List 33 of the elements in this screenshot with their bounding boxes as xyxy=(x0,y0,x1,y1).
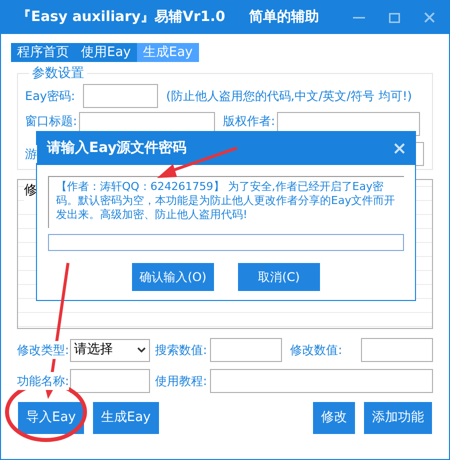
column-header: 修 xyxy=(24,181,37,200)
dialog-title: 请输入Eay源文件密码 xyxy=(47,138,187,158)
field-label: 修改类型: xyxy=(17,341,70,359)
message-text: 【作者：涛轩QQ：624261759】 为了安全,作者已经开启了Eay密码。默认密码为空，本功能是为防止他人更改作者分享的Eay文件而开发出来。高级加密、防止他人盗用代码! xyxy=(56,180,396,222)
hint-text: (防止他人盗用您的代码,中文/英文/符号 均可!) xyxy=(166,88,412,104)
field-label: 使用教程: xyxy=(155,372,208,390)
field-label: 游 xyxy=(25,144,37,162)
field-label: 窗口标题: xyxy=(25,112,78,130)
window-title: 『Easy auxiliary』易辅Vr1.0 xyxy=(17,8,226,27)
input-field[interactable] xyxy=(210,369,433,393)
window-subtitle: 简单的辅助 xyxy=(249,8,320,27)
field-label: 功能名称: xyxy=(17,372,70,390)
tab[interactable]: 生成Eay xyxy=(136,43,199,62)
modify-value-field[interactable] xyxy=(361,338,433,362)
password-field[interactable] xyxy=(83,84,158,108)
search-value-field[interactable] xyxy=(210,338,282,362)
type-dropdown[interactable]: 请选择 xyxy=(70,338,150,362)
field-label: Eay密码: xyxy=(25,86,76,104)
input-field[interactable] xyxy=(70,369,150,393)
dialog-button[interactable]: 取消(C) xyxy=(238,263,320,291)
action-button[interactable]: 修改 xyxy=(313,402,355,434)
dialog-button[interactable]: 确认输入(O) xyxy=(132,263,214,291)
maximize-icon[interactable] xyxy=(389,12,400,22)
group-title: 参数设置 xyxy=(31,65,85,83)
close-icon[interactable] xyxy=(424,12,435,23)
field-label: 搜索数值: xyxy=(155,341,208,359)
close-icon[interactable] xyxy=(394,143,405,154)
minimize-icon[interactable] xyxy=(353,16,365,18)
action-button[interactable]: 生成Eay xyxy=(92,402,159,434)
action-button[interactable]: 添加功能 xyxy=(364,402,432,434)
dialog-password-field[interactable] xyxy=(48,234,404,251)
action-button[interactable]: 导入Eay xyxy=(18,402,84,434)
chevron-down-icon xyxy=(137,347,146,353)
